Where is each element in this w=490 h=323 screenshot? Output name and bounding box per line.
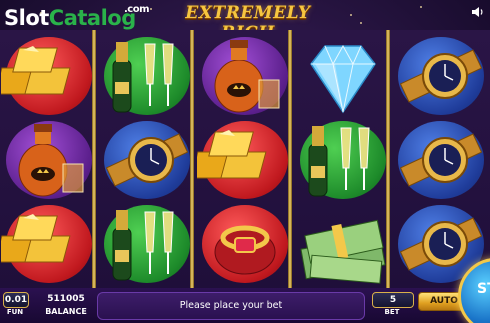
money-icon	[300, 219, 386, 284]
header: SlotCatalog .com EXTREMELY RICH	[0, 0, 490, 43]
slot-symbol-watch	[393, 34, 489, 118]
reel-area	[0, 30, 490, 288]
brand-watermark: SlotCatalog .com	[4, 4, 150, 30]
diamond-icon	[310, 44, 376, 114]
slot-symbol-cognac	[1, 118, 97, 202]
slot-symbol-champagne	[99, 34, 195, 118]
brand-suffix: .com	[124, 4, 150, 15]
bottom-bar: 0.01 FUN 511005 BALANCE Please place you…	[0, 288, 490, 323]
speaker-icon[interactable]	[470, 4, 486, 20]
bet-value-display[interactable]: 5	[372, 292, 414, 308]
cognac-icon	[18, 124, 84, 197]
slot-symbol-diamond	[295, 34, 391, 118]
brand-text-part2: Catalog	[48, 6, 136, 30]
cognac-icon	[214, 40, 280, 113]
watch-icon	[105, 133, 189, 187]
balance-label: BALANCE	[45, 307, 87, 316]
watch-icon	[399, 133, 483, 187]
status-message: Please place your bet	[97, 292, 365, 320]
balance-value: 511005	[47, 294, 85, 304]
slot-symbol-cognac	[197, 34, 293, 118]
gold-bars-icon	[197, 130, 267, 179]
ring-icon	[214, 225, 276, 275]
spin-label: ST	[477, 281, 490, 297]
brand-text-part1: Slot	[4, 6, 49, 30]
slot-symbol-gold-bars	[1, 202, 97, 286]
game-stage: SlotCatalog .com EXTREMELY RICH 0.01 FUN…	[0, 0, 490, 323]
slot-symbol-champagne	[295, 118, 391, 202]
champagne-icon	[308, 126, 370, 197]
slot-symbol-watch	[99, 118, 195, 202]
bet-label: BET	[384, 308, 400, 316]
champagne-icon	[112, 210, 174, 281]
champagne-icon	[112, 42, 174, 113]
slot-symbol-gold-bars	[197, 118, 293, 202]
slot-symbol-ring	[197, 202, 293, 286]
watch-icon	[399, 49, 483, 103]
slot-symbol-watch	[393, 118, 489, 202]
coin-value-display[interactable]: 0.01	[3, 292, 29, 308]
slot-symbol-money	[295, 202, 391, 286]
slot-symbol-champagne	[99, 202, 195, 286]
coin-label: FUN	[6, 308, 24, 316]
gold-bars-icon	[1, 214, 71, 263]
gold-bars-icon	[1, 46, 71, 95]
slot-symbol-gold-bars	[1, 34, 97, 118]
